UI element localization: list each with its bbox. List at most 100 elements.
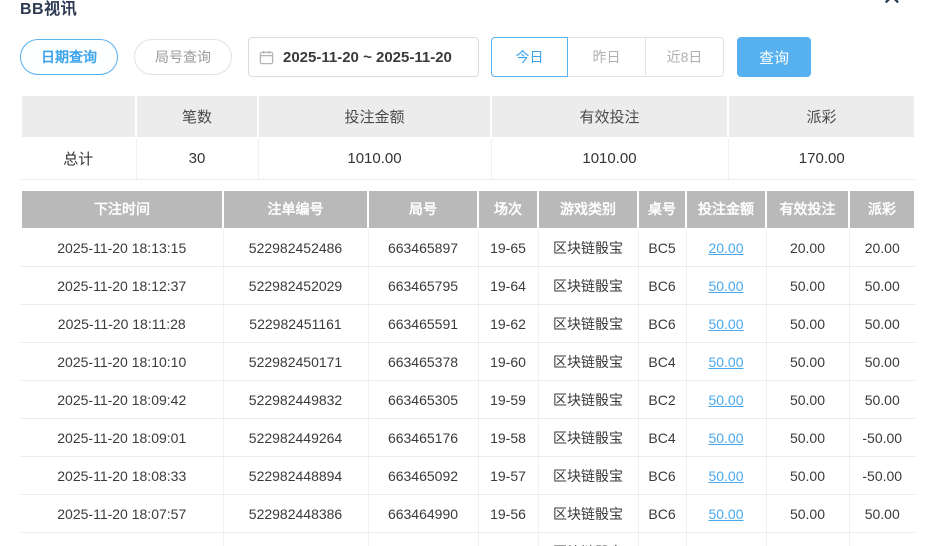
cell-time: 2025-11-20 18:13:15 [21, 228, 224, 267]
records-col-1: 注单编号 [222, 190, 369, 230]
cell-session: 19-51 [478, 532, 539, 546]
bet-amount-link[interactable]: 50.00 [708, 278, 743, 294]
cell-game: 区块链骰宝 [538, 266, 639, 305]
cell-game: 区块链骰宝 [538, 494, 639, 533]
summary-total-label: 总计 [21, 138, 137, 180]
summary-col-count: 笔数 [135, 96, 259, 139]
cell-payout: -50.00 [849, 456, 915, 495]
summary-col-bet-amount: 投注金额 [257, 96, 492, 139]
cell-payout: 50.00 [849, 304, 915, 343]
toolbar: 日期查询 局号查询 2025-11-20 ~ 2025-11-20 今日 昨日 … [20, 37, 914, 77]
cell-round_id: 663464498 [368, 532, 479, 546]
cell-session: 19-56 [478, 494, 539, 533]
cell-bet_id: 522982449264 [223, 418, 369, 457]
bet-amount-link[interactable]: 50.00 [708, 316, 743, 332]
records-col-2: 局号 [367, 190, 479, 230]
date-range-picker[interactable]: 2025-11-20 ~ 2025-11-20 [248, 37, 479, 77]
cell-table: BC4 [638, 342, 687, 381]
cell-table: BC2 [638, 380, 687, 419]
cell-game: 区块链骰宝 [538, 380, 639, 419]
bet-amount-link[interactable]: 50.00 [708, 354, 743, 370]
cell-bet_amount: 50.00 [686, 418, 767, 457]
cell-valid_bet: 50.00 [766, 266, 850, 305]
cell-bet_id: 522982445769 [223, 532, 369, 546]
search-button[interactable]: 查询 [737, 37, 811, 77]
cell-time: 2025-11-20 18:05:05 [21, 532, 224, 546]
cell-bet_id: 522982451161 [223, 304, 369, 343]
table-row: 2025-11-20 18:10:10 522982450171 663465378… [21, 342, 915, 381]
cell-session: 19-65 [478, 228, 539, 267]
records-col-4: 游戏类别 [537, 190, 639, 230]
table-row: 2025-11-20 18:12:37 522982452029 663465795… [21, 266, 915, 305]
summary-col-blank [20, 96, 137, 139]
bet-amount-link[interactable]: 50.00 [708, 506, 743, 522]
cell-bet_amount: 50.00 [686, 304, 767, 343]
cell-round_id: 663465378 [368, 342, 479, 381]
cell-valid_bet: 50.00 [766, 532, 850, 546]
cell-round_id: 663465795 [368, 266, 479, 305]
cell-bet_id: 522982449832 [223, 380, 369, 419]
tab-round-query[interactable]: 局号查询 [134, 39, 232, 75]
records-col-5: 桌号 [637, 190, 687, 230]
cell-payout: 50.00 [849, 380, 915, 419]
cell-table: BC4 [638, 418, 687, 457]
cell-round_id: 663465092 [368, 456, 479, 495]
cell-table: BC5 [638, 532, 687, 546]
cell-session: 19-59 [478, 380, 539, 419]
cell-bet_amount: 20.00 [686, 228, 767, 267]
cell-valid_bet: 50.00 [766, 456, 850, 495]
cell-game: 区块链骰宝 [538, 418, 639, 457]
cell-round_id: 663465897 [368, 228, 479, 267]
cell-round_id: 663465591 [368, 304, 479, 343]
bet-amount-link[interactable]: 50.00 [708, 430, 743, 446]
page-title: BB视讯 [20, 1, 78, 18]
cell-session: 19-64 [478, 266, 539, 305]
cell-session: 19-60 [478, 342, 539, 381]
cell-bet_id: 522982450171 [223, 342, 369, 381]
cell-table: BC6 [638, 304, 687, 343]
cell-time: 2025-11-20 18:09:42 [21, 380, 224, 419]
cell-time: 2025-11-20 18:09:01 [21, 418, 224, 457]
cell-game: 区块链骰宝 [538, 456, 639, 495]
cell-payout: 50.00 [849, 342, 915, 381]
cell-round_id: 663465305 [368, 380, 479, 419]
cell-session: 19-58 [478, 418, 539, 457]
cell-valid_bet: 50.00 [766, 304, 850, 343]
quick-range-group: 今日 昨日 近8日 [491, 37, 724, 77]
table-row: 2025-11-20 18:07:57 522982448386 663464990… [21, 494, 915, 533]
cell-payout: 50.00 [849, 266, 915, 305]
bet-amount-link[interactable]: 20.00 [708, 240, 743, 256]
cell-valid_bet: 50.00 [766, 342, 850, 381]
cell-time: 2025-11-20 18:11:28 [21, 304, 224, 343]
cell-valid_bet: 20.00 [766, 228, 850, 267]
cell-valid_bet: 50.00 [766, 380, 850, 419]
quick-range-today[interactable]: 今日 [491, 37, 568, 77]
bet-amount-link[interactable]: 50.00 [708, 392, 743, 408]
cell-round_id: 663464990 [368, 494, 479, 533]
cell-bet_amount: 50.00 [686, 456, 767, 495]
table-row: 2025-11-20 18:05:05522982445769663464498… [21, 532, 915, 546]
summary-total-bet-amount: 1010.00 [258, 138, 492, 180]
cell-bet_id: 522982452029 [223, 266, 369, 305]
cell-table: BC5 [638, 228, 687, 267]
close-icon[interactable]: ✕ [882, 0, 902, 10]
quick-range-last8days[interactable]: 近8日 [645, 37, 724, 77]
cell-round_id: 663465176 [368, 418, 479, 457]
table-row: 2025-11-20 18:09:01 522982449264 663465176… [21, 418, 915, 457]
cell-bet_amount: 50.00 [686, 266, 767, 305]
cell-time: 2025-11-20 18:12:37 [21, 266, 224, 305]
cell-bet_id: 522982448894 [223, 456, 369, 495]
cell-session: 19-62 [478, 304, 539, 343]
summary-total-payout: 170.00 [728, 138, 915, 180]
cell-time: 2025-11-20 18:10:10 [21, 342, 224, 381]
calendar-icon [259, 50, 274, 65]
table-row: 2025-11-20 18:13:15 522982452486 663465897… [21, 228, 915, 267]
bet-records-panel: BB视讯 ✕ 日期查询 局号查询 2025-11-20 ~ 2025-11-20… [0, 0, 934, 546]
cell-bet_id: 522982448386 [223, 494, 369, 533]
tab-date-query[interactable]: 日期查询 [20, 39, 118, 75]
quick-range-yesterday[interactable]: 昨日 [567, 37, 646, 77]
bet-amount-link[interactable]: 50.00 [708, 468, 743, 484]
cell-game: 区块链骰宝 [538, 532, 639, 546]
records-col-0: 下注时间 [20, 190, 224, 230]
cell-bet_amount: 50.00 [686, 532, 767, 546]
